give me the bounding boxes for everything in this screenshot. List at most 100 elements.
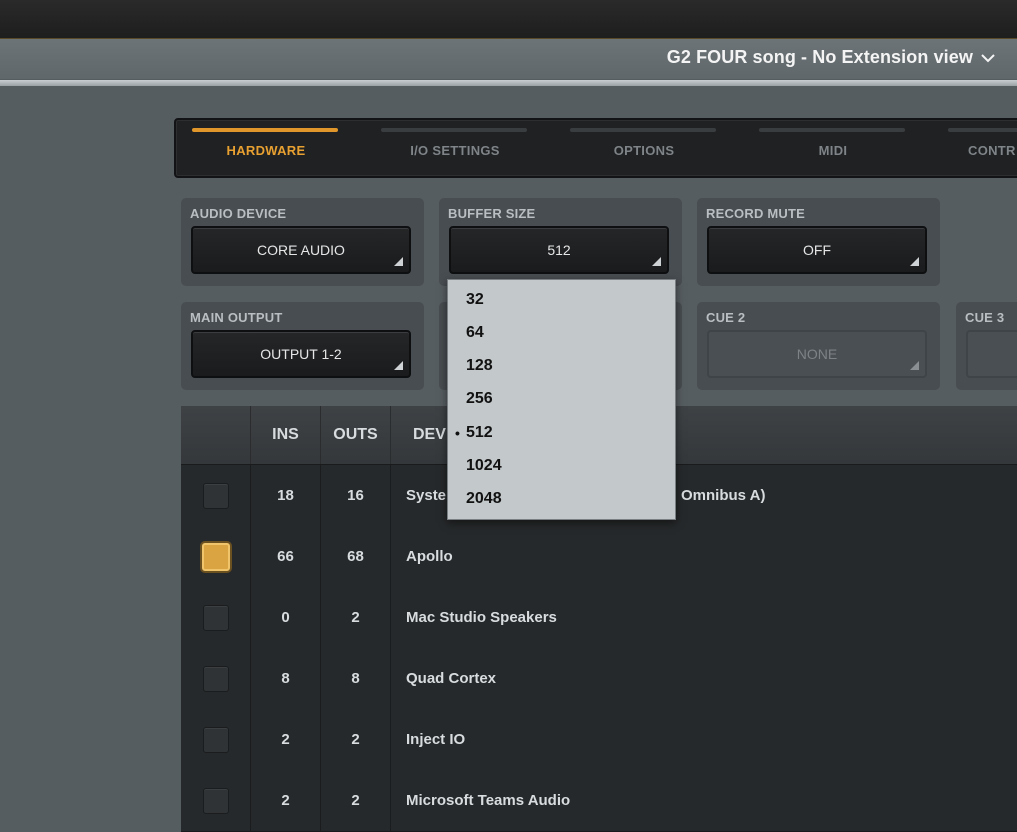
tab-options[interactable]: OPTIONS: [570, 120, 718, 176]
tab-indicator: [192, 128, 338, 132]
cue2-select[interactable]: NONE: [707, 330, 927, 378]
device-checkbox[interactable]: [202, 604, 229, 631]
device-checkbox[interactable]: [202, 482, 229, 509]
buffer-size-dropdown: 32 64 128 256 • 512 1024 2048: [447, 279, 676, 520]
buffer-option-256[interactable]: 256: [448, 382, 675, 415]
buffer-option-128[interactable]: 128: [448, 349, 675, 382]
select-cell: [181, 465, 251, 526]
divider: [0, 80, 1017, 86]
outs-column-header: OUTS: [321, 406, 391, 464]
outs-cell: 8: [321, 648, 391, 709]
outs-cell: 16: [321, 465, 391, 526]
tab-control[interactable]: CONTR: [948, 120, 1017, 176]
option-label: 2048: [466, 489, 502, 507]
table-row[interactable]: 2 2 Inject IO: [181, 709, 1017, 771]
ins-cell: 0: [251, 587, 321, 648]
device-checkbox[interactable]: [201, 542, 230, 571]
buffer-option-512[interactable]: • 512: [448, 416, 675, 449]
cue2-label: CUE 2: [706, 310, 746, 325]
cue2-value: NONE: [796, 346, 838, 362]
device-name-tail: Omnibus A): [681, 487, 766, 504]
record-mute-select[interactable]: OFF: [707, 226, 927, 274]
dropdown-corner-icon: [652, 257, 661, 266]
ins-cell: 2: [251, 770, 321, 831]
device-checkbox[interactable]: [202, 726, 229, 753]
ins-cell: 2: [251, 709, 321, 770]
main-output-value: OUTPUT 1-2: [260, 346, 342, 362]
dropdown-corner-icon: [910, 257, 919, 266]
buffer-option-2048[interactable]: 2048: [448, 482, 675, 515]
select-cell: [181, 770, 251, 831]
outs-cell: 2: [321, 770, 391, 831]
main-output-select[interactable]: OUTPUT 1-2: [191, 330, 411, 378]
option-label: 64: [466, 323, 484, 341]
tab-label: I/O SETTINGS: [410, 143, 500, 158]
ins-cell: 8: [251, 648, 321, 709]
audio-device-label: AUDIO DEVICE: [190, 206, 287, 221]
buffer-option-64[interactable]: 64: [448, 316, 675, 349]
table-row[interactable]: 66 68 Apollo: [181, 526, 1017, 588]
tab-label: MIDI: [818, 143, 848, 158]
table-row[interactable]: 0 2 Mac Studio Speakers: [181, 587, 1017, 649]
record-mute-panel: RECORD MUTE OFF: [697, 198, 940, 286]
audio-device-panel: AUDIO DEVICE CORE AUDIO: [181, 198, 424, 286]
device-name: Quad Cortex: [406, 670, 497, 687]
buffer-option-32[interactable]: 32: [448, 283, 675, 316]
dropdown-corner-icon: [394, 257, 403, 266]
ins-column-header: INS: [251, 406, 321, 464]
tab-indicator: [948, 128, 1017, 132]
audio-device-select[interactable]: CORE AUDIO: [191, 226, 411, 274]
table-row[interactable]: 8 8 Quad Cortex: [181, 648, 1017, 710]
main-output-panel: MAIN OUTPUT OUTPUT 1-2: [181, 302, 424, 390]
buffer-option-1024[interactable]: 1024: [448, 449, 675, 482]
buffer-size-panel: BUFFER SIZE 512: [439, 198, 682, 286]
buffer-size-select[interactable]: 512: [449, 226, 669, 274]
record-mute-label: RECORD MUTE: [706, 206, 805, 221]
option-label: 512: [466, 423, 493, 441]
device-name: Apollo: [406, 548, 453, 565]
tab-label: CONTR: [968, 143, 1016, 158]
table-row[interactable]: 2 2 Microsoft Teams Audio: [181, 770, 1017, 832]
dropdown-corner-icon: [910, 361, 919, 370]
tab-io-settings[interactable]: I/O SETTINGS: [381, 120, 529, 176]
select-cell: [181, 709, 251, 770]
buffer-size-value: 512: [547, 242, 571, 258]
tab-label: OPTIONS: [613, 143, 675, 158]
audio-device-value: CORE AUDIO: [257, 242, 345, 258]
top-bar: [0, 0, 1017, 39]
select-cell: [181, 526, 251, 587]
outs-cell: 68: [321, 526, 391, 587]
outs-cell: 2: [321, 587, 391, 648]
cue3-panel: CUE 3: [956, 302, 1017, 390]
tab-indicator: [759, 128, 905, 132]
tab-midi[interactable]: MIDI: [759, 120, 907, 176]
option-label: 128: [466, 356, 493, 374]
option-label: 1024: [466, 456, 502, 474]
cue2-panel: CUE 2 NONE: [697, 302, 940, 390]
tab-indicator: [570, 128, 716, 132]
device-name: Mac Studio Speakers: [406, 609, 557, 626]
tab-label: HARDWARE: [226, 143, 306, 158]
settings-tab-strip: HARDWARE I/O SETTINGS OPTIONS MIDI CONTR: [174, 118, 1017, 178]
select-cell: [181, 648, 251, 709]
option-label: 256: [466, 389, 493, 407]
window-title-selector[interactable]: G2 FOUR song - No Extension view: [667, 47, 995, 68]
select-cell: [181, 587, 251, 648]
dropdown-corner-icon: [394, 361, 403, 370]
select-column-header: [181, 406, 251, 464]
main-output-label: MAIN OUTPUT: [190, 310, 283, 325]
window-title: G2 FOUR song - No Extension view: [666, 47, 973, 67]
outs-cell: 2: [321, 709, 391, 770]
tab-indicator: [381, 128, 527, 132]
chevron-down-icon: [981, 53, 995, 62]
record-mute-value: OFF: [803, 242, 831, 258]
device-checkbox[interactable]: [202, 665, 229, 692]
tab-hardware[interactable]: HARDWARE: [192, 120, 340, 176]
cue3-label: CUE 3: [965, 310, 1005, 325]
device-name: Inject IO: [406, 731, 466, 748]
ins-cell: 66: [251, 526, 321, 587]
cue3-select[interactable]: [966, 330, 1017, 378]
option-label: 32: [466, 290, 484, 308]
device-name: Microsoft Teams Audio: [406, 792, 571, 809]
device-checkbox[interactable]: [202, 787, 229, 814]
